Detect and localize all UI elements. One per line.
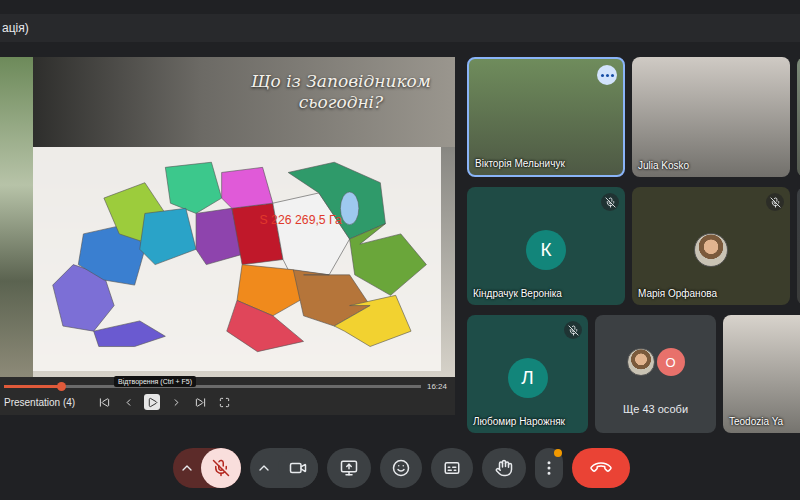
progress-row: 16:24 xyxy=(4,381,447,391)
fullscreen-button[interactable] xyxy=(216,394,232,410)
tile-status xyxy=(475,65,617,83)
more-participants-tile[interactable]: О Ще 43 особи xyxy=(595,315,716,433)
tile-status xyxy=(638,193,784,211)
chevron-right-icon xyxy=(171,397,182,408)
participant-row: К Кіндрачук Вероніка Марія Орфанова xyxy=(467,187,800,305)
tile-status xyxy=(473,193,619,211)
player-controls: Presentation (4)Відтворення (Ctrl + F5) xyxy=(4,391,447,413)
leave-call-button[interactable] xyxy=(572,448,630,488)
mic-off-icon xyxy=(564,321,582,339)
participant-name: Julia Kosko xyxy=(638,160,784,171)
shared-screen[interactable]: Що із Заповідником сьогодні? S 226 269,5 … xyxy=(0,57,455,415)
participant-row: Л Любомир Нарожняк О Ще 43 особи Teodozia Ya xyxy=(467,315,800,433)
more-vertical-icon xyxy=(540,459,558,477)
participant-tile[interactable] xyxy=(797,187,800,305)
main-area: Що із Заповідником сьогодні? S 226 269,5 … xyxy=(0,50,800,435)
chevron-left-icon xyxy=(123,397,134,408)
participant-tile[interactable]: Вікторія Мельничук xyxy=(467,57,625,177)
participant-tile[interactable]: Л Любомир Нарожняк xyxy=(467,315,588,433)
progress-fill xyxy=(4,385,62,388)
slide: Що із Заповідником сьогодні? S 226 269,5 … xyxy=(33,57,455,377)
reserve-map: S 226 269,5 Га xyxy=(42,152,432,367)
slide-title: Що із Заповідником сьогодні? xyxy=(241,71,441,114)
captions-button[interactable] xyxy=(431,448,473,488)
previous-button[interactable] xyxy=(120,394,136,410)
participant-name: Вікторія Мельничук xyxy=(475,158,617,169)
tile-status xyxy=(638,63,784,81)
mic-control[interactable] xyxy=(173,448,241,488)
participant-name: Любомир Нарожняк xyxy=(473,416,582,427)
participant-name: Марія Орфанова xyxy=(638,288,784,299)
mic-off-icon xyxy=(601,193,619,211)
window-title: ація) xyxy=(2,21,29,35)
play-tooltip: Відтворення (Ctrl + F5) xyxy=(114,376,196,387)
skip-forward-icon xyxy=(195,397,206,408)
meet-window: ація) Що із Заповідником сьогодні? S 226 2… xyxy=(0,0,800,500)
player-bar: 16:24Presentation (4)Відтворення (Ctrl +… xyxy=(0,377,455,415)
play-button[interactable] xyxy=(144,394,160,410)
fullscreen-icon xyxy=(219,397,230,408)
more-participants-label: Ще 43 особи xyxy=(601,403,710,427)
participant-tile[interactable] xyxy=(797,57,800,177)
present-screen-icon xyxy=(340,459,358,477)
participant-avatar xyxy=(694,233,728,267)
progress-track[interactable] xyxy=(4,385,421,388)
present-button[interactable] xyxy=(327,448,371,488)
play-icon xyxy=(147,397,158,408)
call-controls xyxy=(0,435,800,500)
chevron-up-icon xyxy=(179,460,195,476)
participant-avatar: Л xyxy=(508,358,548,398)
speaking-icon xyxy=(597,65,617,85)
participant-grid: Вікторія Мельничук Julia Kosko К Кіндрачук … xyxy=(467,57,800,435)
skip-back-icon xyxy=(99,397,110,408)
participant-tile[interactable]: Марія Орфанова xyxy=(632,187,790,305)
slide-area: Що із Заповідником сьогодні? S 226 269,5 … xyxy=(0,57,455,377)
hand-icon xyxy=(495,459,513,477)
camera-icon xyxy=(289,459,307,477)
participant-tile[interactable]: К Кіндрачук Вероніка xyxy=(467,187,625,305)
photo-strip xyxy=(0,57,33,377)
mic-button[interactable] xyxy=(201,448,241,488)
raise-hand-button[interactable] xyxy=(482,448,526,488)
title-strip: ація) xyxy=(0,14,800,42)
participant-name: Teodozia Ya xyxy=(729,416,800,427)
hang-up-icon xyxy=(588,455,613,480)
participant-name: Кіндрачук Вероніка xyxy=(473,288,619,299)
chevron-up-icon xyxy=(256,460,272,476)
participant-row: Вікторія Мельничук Julia Kosko xyxy=(467,57,800,177)
tile-status xyxy=(473,321,582,339)
more-options-button[interactable] xyxy=(535,448,563,488)
tile-status xyxy=(729,321,800,339)
skip-forward-button[interactable] xyxy=(192,394,208,410)
participant-avatar xyxy=(627,348,655,376)
mic-off-icon xyxy=(212,459,230,477)
next-button[interactable] xyxy=(168,394,184,410)
skip-back-button[interactable] xyxy=(96,394,112,410)
reactions-button[interactable] xyxy=(380,448,422,488)
player-buttons: Відтворення (Ctrl + F5) xyxy=(96,394,232,410)
smile-icon xyxy=(392,459,410,477)
area-label: S 226 269,5 Га xyxy=(260,212,343,226)
mic-options-button[interactable] xyxy=(173,448,201,488)
participant-tile[interactable]: Teodozia Ya xyxy=(723,315,800,433)
camera-button[interactable] xyxy=(278,448,318,488)
captions-icon xyxy=(443,459,461,477)
progress-knob[interactable] xyxy=(57,382,66,391)
participant-avatar: О xyxy=(657,348,685,376)
camera-options-button[interactable] xyxy=(250,448,278,488)
file-name: Presentation (4) xyxy=(4,397,94,408)
top-bar: ація) xyxy=(0,0,800,50)
time-label: 16:24 xyxy=(427,382,447,391)
notification-dot xyxy=(554,449,562,457)
slide-header: Що із Заповідником сьогодні? xyxy=(33,57,455,147)
participant-tile[interactable]: Julia Kosko xyxy=(632,57,790,177)
map-box: S 226 269,5 Га xyxy=(33,147,441,371)
participant-avatar: К xyxy=(526,230,566,270)
camera-control[interactable] xyxy=(250,448,318,488)
mic-off-icon xyxy=(766,193,784,211)
